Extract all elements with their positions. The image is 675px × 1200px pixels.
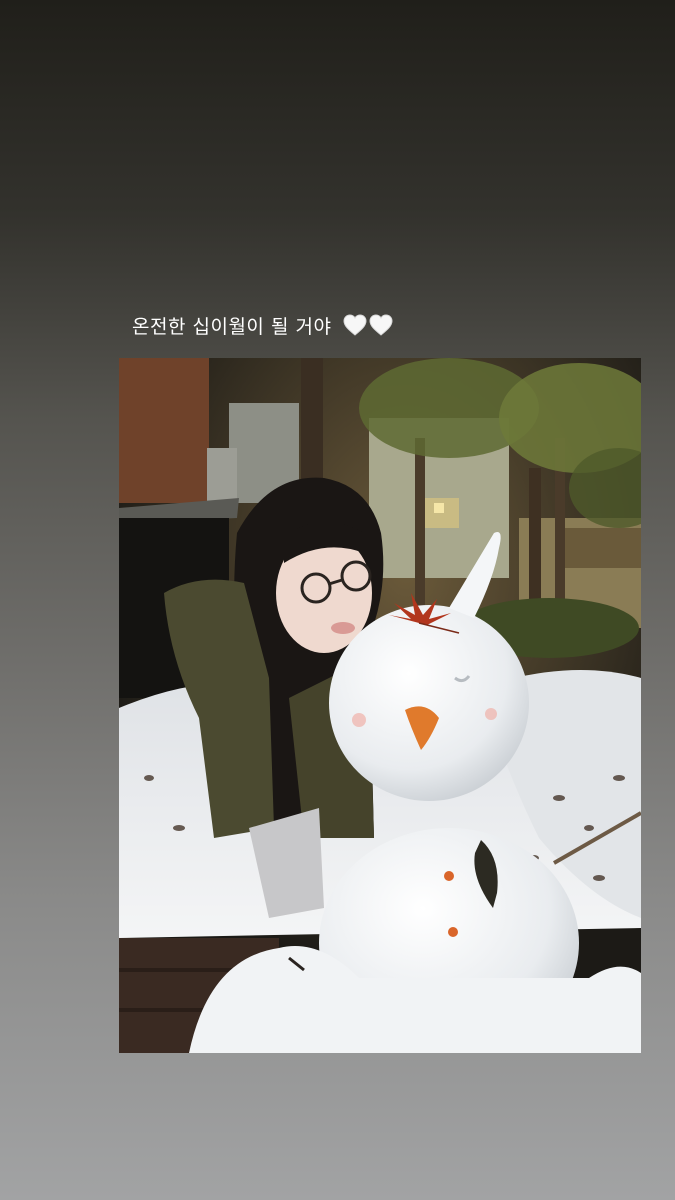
white-heart-icon	[343, 314, 367, 336]
story-view: 온전한 십이월이 될 거야	[0, 0, 675, 1200]
snowman-photo-illustration	[119, 358, 641, 1053]
story-caption: 온전한 십이월이 될 거야	[132, 309, 393, 341]
caption-text: 온전한 십이월이 될 거야	[132, 315, 332, 338]
white-heart-icon	[369, 314, 393, 336]
story-photo	[119, 358, 641, 1053]
caption-emoji	[343, 314, 393, 336]
